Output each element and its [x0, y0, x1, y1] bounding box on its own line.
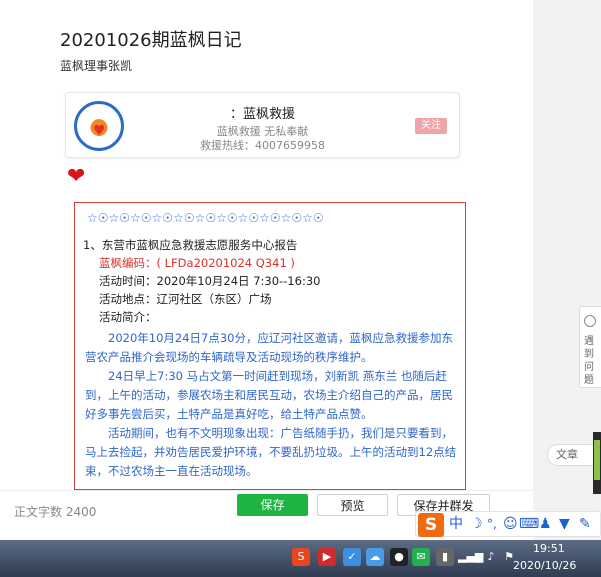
ime-toolbar[interactable]: S 中 ☽ °, ☺ ⌨ ♟ ▼ ✎: [415, 511, 601, 537]
report-heading: 1、东营市蓝枫应急救援志愿服务中心报告: [83, 238, 298, 252]
account-card: ♥ ：蓝枫救援 蓝枫救援 无私奉献 救援热线：4007659958 关注: [65, 92, 460, 158]
help-label: 遇到问题: [584, 336, 594, 386]
preview-button[interactable]: 预览: [317, 494, 388, 516]
word-count: 正文字数 2400: [14, 505, 97, 519]
signal-icon[interactable]: ▂▄▆: [458, 548, 483, 566]
ime-logo-icon[interactable]: S: [418, 513, 444, 537]
paragraph-3: 活动期间，也有不文明现象出现：广告纸随手扔，我们是只要看到，马上去捡起，并劝告居…: [85, 426, 457, 478]
article-author[interactable]: 蓝枫理事张凯: [60, 57, 132, 74]
keyboard-icon[interactable]: ⌨: [519, 515, 539, 533]
article-tool-label: 文章: [556, 448, 578, 461]
volume-icon[interactable]: ♪: [482, 548, 500, 566]
side-scroll-indicator[interactable]: [593, 432, 601, 494]
wechat-icon[interactable]: ✉: [412, 548, 430, 566]
help-icon: [584, 315, 596, 327]
punctuation-icon[interactable]: °,: [487, 515, 497, 533]
activity-place: 活动地点：辽河社区（东区）广场: [99, 292, 272, 306]
account-hotline: 救援热线：4007659958: [200, 139, 325, 152]
wrench-icon[interactable]: ✎: [579, 515, 591, 533]
clock-date[interactable]: 2020/10/26: [513, 559, 576, 572]
activity-time: 活动时间：2020年10月24日 7:30--16:30: [99, 274, 321, 288]
heart-icon: ❤: [67, 164, 86, 189]
article-title[interactable]: 20201026期蓝枫日记: [60, 26, 242, 52]
user-icon[interactable]: ♟: [539, 515, 552, 533]
report-code: 蓝枫编码：( LFDa20201024 Q341 ): [99, 256, 295, 270]
sogou-taskbar-icon[interactable]: S: [292, 548, 310, 566]
article-editor: 20201026期蓝枫日记 蓝枫理事张凯 ♥ ：蓝枫救援 蓝枫救援 无私奉献 救…: [0, 0, 533, 540]
help-tool[interactable]: 遇到问题: [579, 306, 601, 388]
taskbar: S ▶ ✓ ☁ ● ✉ ▮ ▂▄▆ ♪ ⚑: [0, 540, 601, 577]
qq-icon[interactable]: ●: [390, 548, 408, 566]
paragraph-2: 24日早上7:30 马占文第一时间赶到现场，刘新凯 燕东兰 也随后赶到，上午的活…: [85, 369, 453, 421]
article-content-box[interactable]: ☆☉☆☉☆☉☆☉☆☉☆☉☆☉☆☉☆☉☆☉☆☉ 1、东营市蓝枫应急救援志愿服务中心…: [74, 202, 466, 490]
device-icon[interactable]: ▮: [436, 548, 454, 566]
moon-icon[interactable]: ☽: [470, 515, 483, 533]
paragraph-1: 2020年10月24日7点30分，应辽河社区邀请，蓝枫应急救援参加东营农产品推介…: [85, 331, 453, 364]
emoji-icon[interactable]: ☺: [503, 515, 518, 533]
shield-icon[interactable]: ✓: [343, 548, 361, 566]
follow-button[interactable]: 关注: [415, 118, 447, 134]
cloud-icon[interactable]: ☁: [366, 548, 384, 566]
star-divider: ☆☉☆☉☆☉☆☉☆☉☆☉☆☉☆☉☆☉☆☉☆☉: [87, 211, 324, 225]
skin-icon[interactable]: ▼: [559, 515, 570, 533]
app-taskbar-icon[interactable]: ▶: [318, 548, 336, 566]
account-name: ：蓝枫救援: [229, 107, 295, 122]
ime-mode-indicator[interactable]: 中: [449, 515, 463, 533]
save-button[interactable]: 保存: [237, 494, 308, 516]
activity-intro-label: 活动简介：: [99, 310, 157, 324]
clock-time[interactable]: 19:51: [533, 542, 565, 555]
